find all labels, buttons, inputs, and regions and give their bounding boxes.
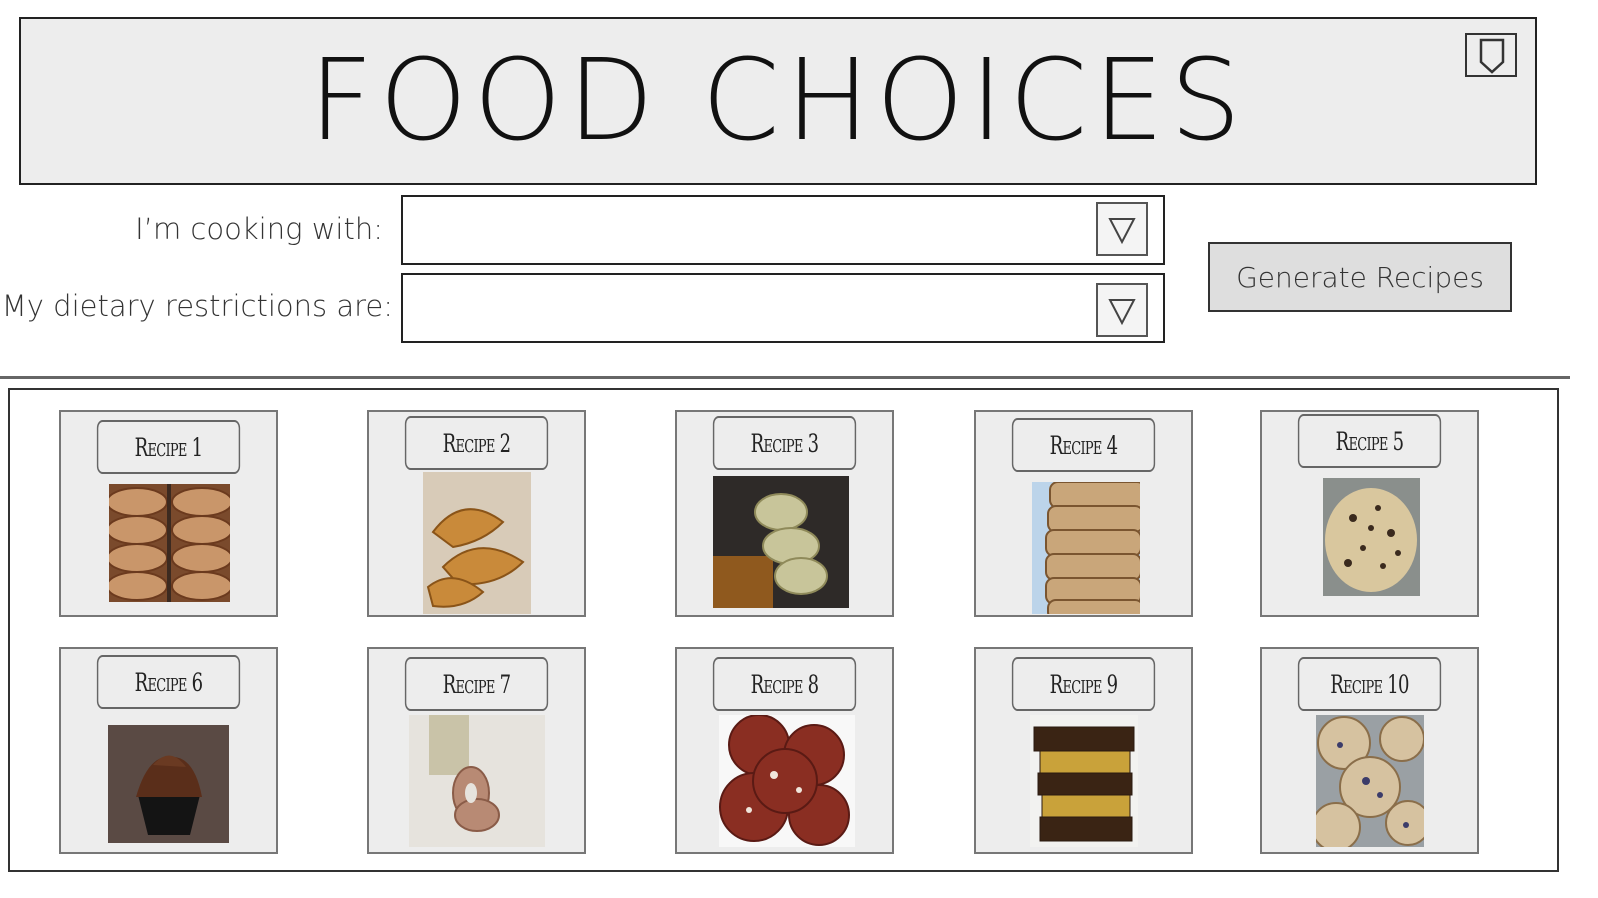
page-title: FOOD CHOICES [308,36,1248,166]
dietary-restrictions-label: My dietary restrictions are: [1,289,393,323]
recipe-card-3[interactable]: Recipe 3 [675,410,894,617]
recipe-card-7[interactable]: Recipe 7 [367,647,586,854]
section-divider [0,376,1570,379]
recipe-card-4[interactable]: Recipe 4 [974,410,1193,617]
recipe-card-6[interactable]: Recipe 6 [59,647,278,854]
recipe-card-9[interactable]: Recipe 9 [974,647,1193,854]
recipe-title: Recipe 2 [404,416,549,470]
recipe-card-2[interactable]: Recipe 2 [367,410,586,617]
blueberry-muffins-image [1316,715,1424,847]
recipe-title: Recipe 1 [96,420,241,474]
bread-slices-image [1032,482,1140,614]
triangle-down-icon [1108,218,1136,244]
biscuits-image [713,476,849,608]
recipe-card-5[interactable]: Recipe 5 [1260,410,1479,617]
cooking-with-label: I’m cooking with: [135,212,383,246]
header-banner: FOOD CHOICES [19,17,1537,185]
dietary-dropdown-button[interactable] [1096,283,1148,337]
croissants-image [423,472,531,614]
recipe-card-10[interactable]: Recipe 10 [1260,647,1479,854]
recipe-card-1[interactable]: Recipe 1 [59,410,278,617]
triangle-down-icon [1108,299,1136,325]
recipe-title: Recipe 7 [404,657,549,711]
recipe-results-panel: Recipe 1 Recipe 2 Recipe 3 Recipe 4 Reci… [8,388,1559,872]
recipe-title: Recipe 6 [96,655,241,709]
red-velvet-cookies-image [719,715,855,847]
cookie-dough-image [1323,478,1420,596]
generate-recipes-button[interactable]: Generate Recipes [1208,242,1512,312]
recipe-title: Recipe 4 [1011,418,1156,472]
recipe-title: Recipe 3 [712,416,857,470]
chocolate-cupcake-image [108,725,229,843]
recipe-title: Recipe 9 [1011,657,1156,711]
bookmark-button[interactable] [1465,33,1517,77]
glazed-donuts-image [409,715,545,847]
recipe-title: Recipe 10 [1297,657,1442,711]
recipe-card-8[interactable]: Recipe 8 [675,647,894,854]
bagels-image [109,484,230,602]
recipe-title: Recipe 8 [712,657,857,711]
bookmark-icon [1479,38,1505,74]
dietary-restrictions-select[interactable] [401,273,1165,343]
cooking-with-select[interactable] [401,195,1165,265]
brownie-stack-image [1030,715,1138,847]
cooking-with-dropdown-button[interactable] [1096,202,1148,256]
recipe-title: Recipe 5 [1297,414,1442,468]
